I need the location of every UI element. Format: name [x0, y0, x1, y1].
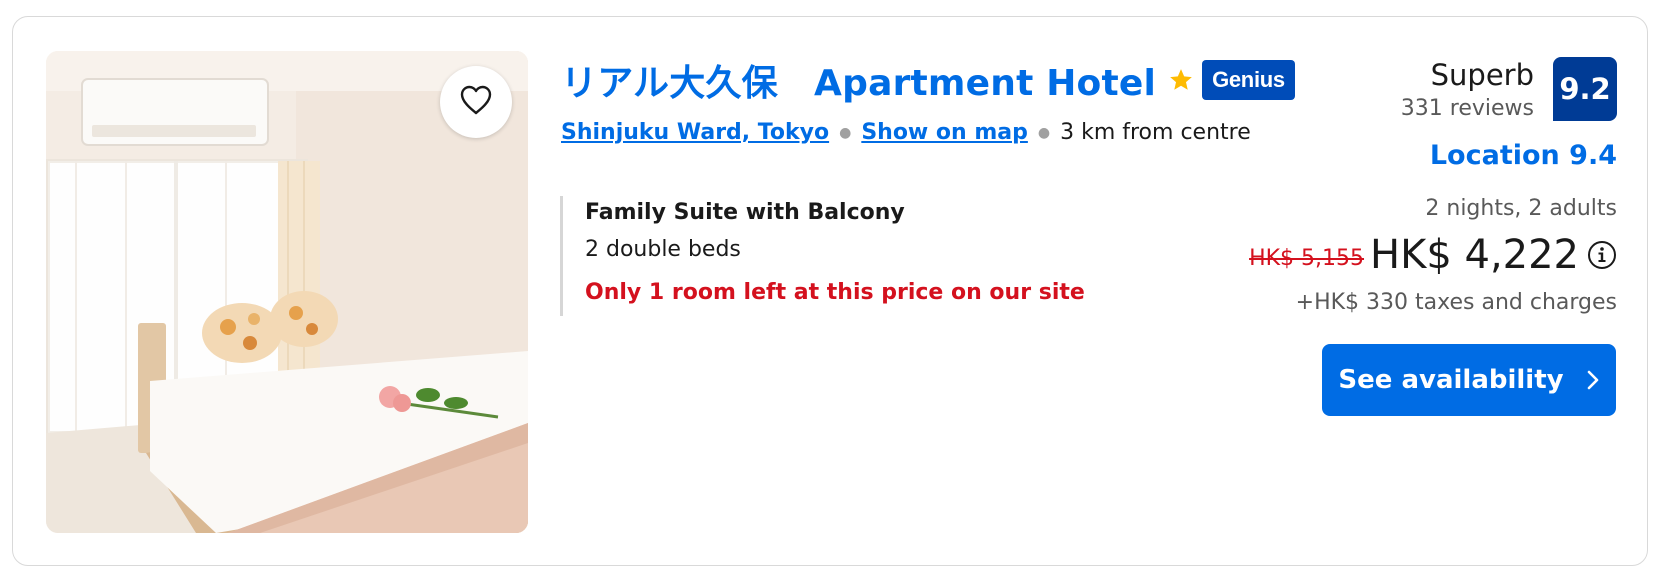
room-name: Family Suite with Balcony — [585, 200, 905, 225]
genius-badge: Genius — [1202, 60, 1295, 100]
stay-info: 2 nights, 2 adults — [1425, 196, 1617, 221]
hotel-name-link[interactable]: リアル大久保 Apartment Hotel — [561, 54, 1156, 106]
separator-dot: ● — [839, 124, 852, 141]
room-details: Family Suite with Balcony 2 double beds … — [560, 196, 1085, 316]
price-row: HK$ 5,155 HK$ 4,222 — [1249, 232, 1617, 278]
show-on-map-link[interactable]: Show on map — [861, 120, 1028, 145]
chevron-right-icon — [1586, 369, 1600, 391]
wishlist-button[interactable] — [440, 66, 512, 138]
heart-icon — [460, 85, 492, 120]
taxes-and-charges: +HK$ 330 taxes and charges — [1295, 290, 1617, 315]
info-icon[interactable] — [1587, 240, 1617, 270]
review-count[interactable]: 331 reviews — [1401, 96, 1534, 121]
original-price: HK$ 5,155 — [1249, 245, 1365, 271]
location-row: Shinjuku Ward, Tokyo ● Show on map ● 3 k… — [561, 120, 1251, 145]
title-row: リアル大久保 Apartment Hotel Genius — [561, 56, 1295, 104]
current-price: HK$ 4,222 — [1370, 232, 1579, 278]
distance-from-centre: 3 km from centre — [1060, 120, 1251, 145]
bed-info: 2 double beds — [585, 237, 741, 262]
see-availability-label: See availability — [1338, 365, 1564, 395]
location-link[interactable]: Shinjuku Ward, Tokyo — [561, 120, 829, 145]
location-score: Location 9.4 — [1429, 140, 1617, 171]
scarcity-message: Only 1 room left at this price on our si… — [585, 280, 1085, 305]
review-score-badge[interactable]: 9.2 — [1553, 57, 1617, 121]
see-availability-button[interactable]: See availability — [1322, 344, 1616, 416]
star-icon — [1168, 67, 1194, 93]
separator-dot: ● — [1037, 124, 1051, 141]
rating-word[interactable]: Superb — [1431, 58, 1534, 92]
